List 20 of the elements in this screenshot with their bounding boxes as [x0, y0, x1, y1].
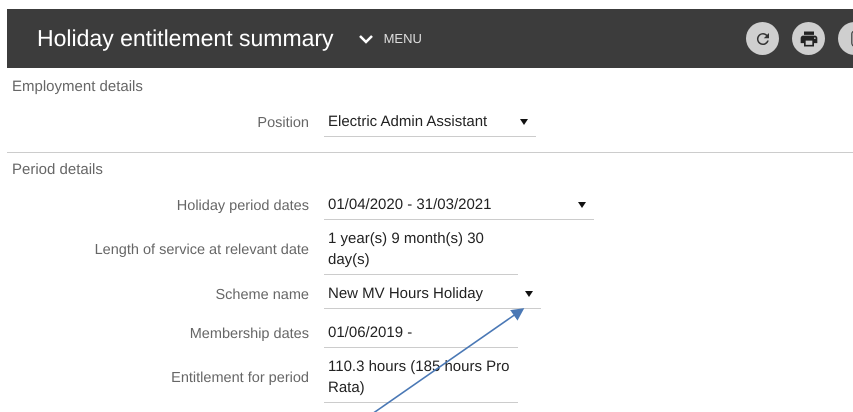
select-field[interactable]: Electric Admin Assistant — [324, 108, 536, 137]
field-label: Position — [256, 114, 310, 130]
page-title: Holiday entitlement summary — [37, 25, 334, 52]
section-title: Period details — [11, 161, 104, 178]
section-title: Employment details — [11, 78, 144, 95]
caret-icon — [578, 202, 586, 208]
select-field[interactable]: 01/04/2020 - 31/03/2021 — [324, 191, 594, 220]
caret-icon — [520, 118, 528, 124]
print-button[interactable] — [792, 22, 825, 55]
field-label: Scheme name — [214, 286, 310, 302]
select-field[interactable]: New MV Hours Holiday — [324, 280, 541, 309]
caret-icon — [525, 290, 533, 296]
refresh-button[interactable] — [746, 22, 779, 55]
menu-button[interactable]: MENU — [354, 29, 426, 48]
field-label: Membership dates — [188, 326, 310, 342]
field-label: Holiday period dates — [176, 198, 310, 214]
field-label: Length of service at relevant date — [94, 242, 310, 258]
chevron-down-icon — [358, 32, 374, 44]
field-label: Entitlement for period — [170, 370, 310, 386]
printer-icon — [798, 28, 818, 48]
